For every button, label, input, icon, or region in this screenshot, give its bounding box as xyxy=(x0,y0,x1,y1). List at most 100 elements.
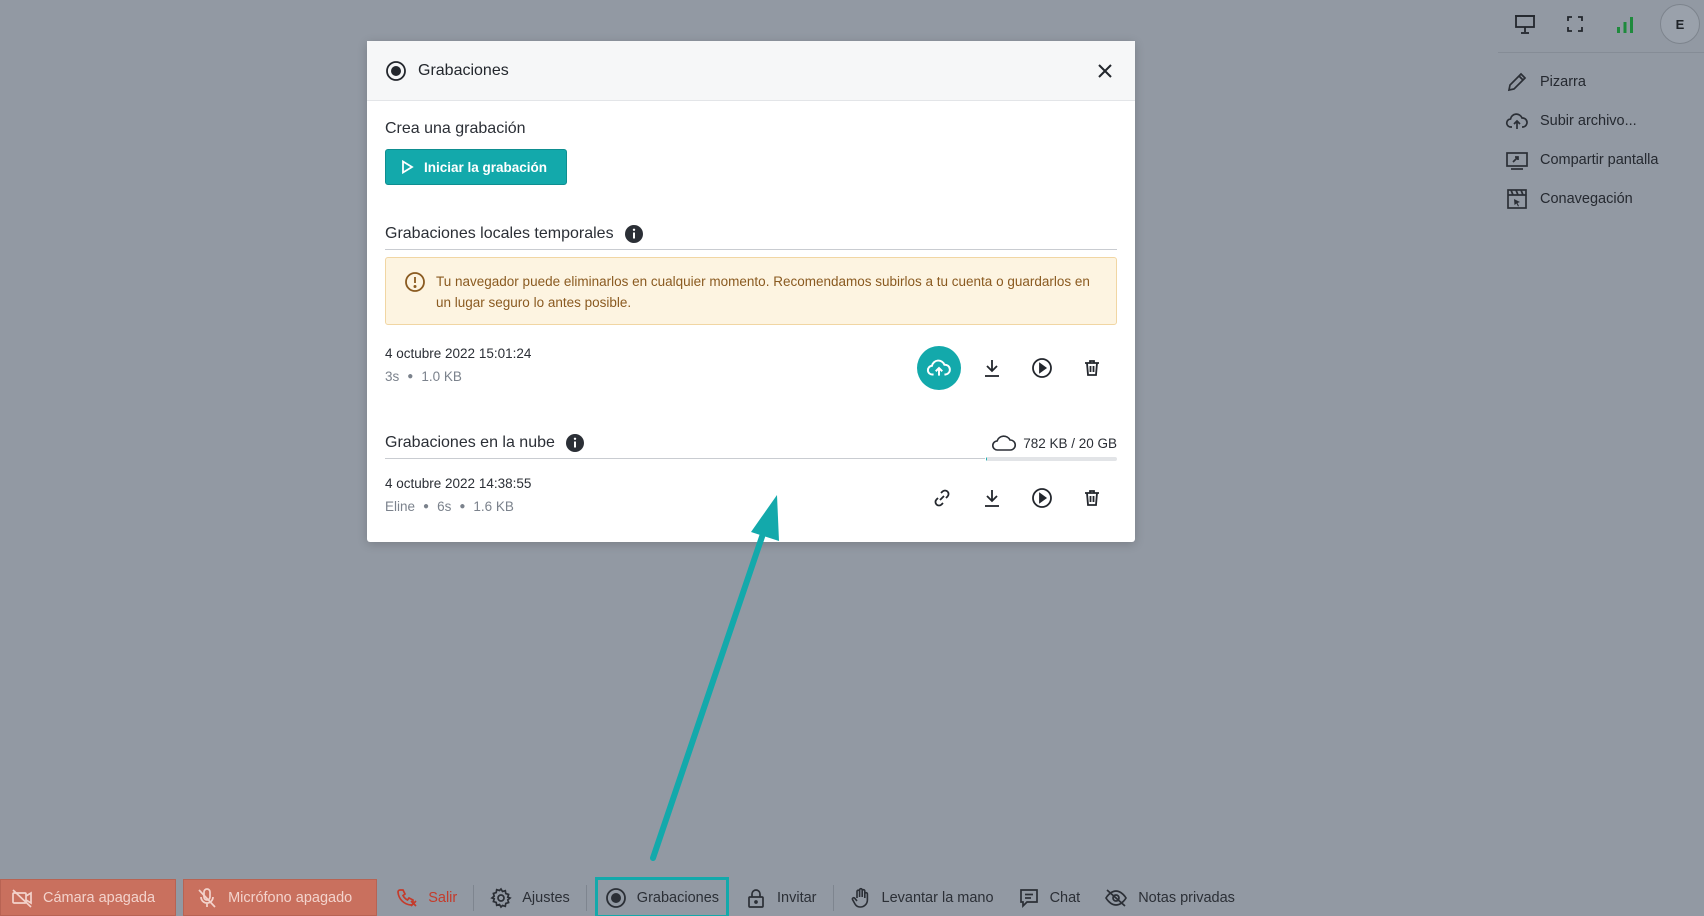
presentation-icon[interactable] xyxy=(1500,0,1550,48)
signal-icon[interactable] xyxy=(1600,0,1650,48)
invite-button[interactable]: Invitar xyxy=(733,879,829,916)
gear-icon xyxy=(490,887,512,908)
top-toolbar: E xyxy=(1500,0,1704,48)
dialog-title: Grabaciones xyxy=(418,61,509,79)
recordings-label: Grabaciones xyxy=(636,889,720,906)
cloud-recordings-title: Grabaciones en la nube xyxy=(385,433,585,453)
camera-off-icon xyxy=(12,888,32,908)
chat-icon xyxy=(1019,888,1038,908)
private-notes-label: Notas privadas xyxy=(1138,889,1235,906)
side-menu: Pizarra Subir archivo... Compartir panta… xyxy=(1505,62,1658,218)
exit-button[interactable]: Salir xyxy=(384,879,469,916)
side-item-upload[interactable]: Subir archivo... xyxy=(1505,101,1658,140)
pencil-icon xyxy=(1507,72,1527,91)
hand-icon xyxy=(851,887,868,908)
close-icon[interactable] xyxy=(1093,59,1117,83)
play-circle-icon xyxy=(1032,358,1052,378)
recording-duration: 6s xyxy=(437,499,452,514)
play-icon xyxy=(402,160,414,174)
delete-button[interactable] xyxy=(1067,346,1117,390)
warning-icon xyxy=(405,272,425,292)
cloud-quota: 782 KB / 20 GB xyxy=(991,433,1117,453)
avatar[interactable]: E xyxy=(1660,4,1700,44)
separator-dot: ● xyxy=(459,501,466,512)
trash-icon xyxy=(1085,360,1099,376)
fullscreen-icon[interactable] xyxy=(1550,0,1600,48)
raise-hand-button[interactable]: Levantar la mano xyxy=(838,879,1006,916)
screen-share-icon xyxy=(1506,151,1528,170)
copy-link-button[interactable] xyxy=(917,476,967,520)
dialog-header: Grabaciones xyxy=(367,41,1135,101)
exit-label: Salir xyxy=(428,889,458,906)
link-icon xyxy=(934,489,950,507)
recording-size: 1.0 KB xyxy=(421,369,462,384)
chat-button[interactable]: Chat xyxy=(1006,879,1093,916)
cloud-upload-icon xyxy=(926,359,951,376)
microphone-label: Micrófono apagado xyxy=(228,889,353,906)
hangup-icon xyxy=(397,888,417,907)
start-recording-button[interactable]: Iniciar la grabación xyxy=(385,149,567,185)
recordings-dialog: Grabaciones Crea una grabación Iniciar l… xyxy=(367,41,1135,542)
side-item-label: Conavegación xyxy=(1540,190,1633,207)
upload-recording-button[interactable] xyxy=(917,346,961,390)
recording-actions xyxy=(917,346,1117,390)
download-icon xyxy=(985,360,999,377)
eye-off-icon xyxy=(1105,888,1128,907)
lock-icon xyxy=(748,888,764,908)
chat-label: Chat xyxy=(1049,889,1081,906)
settings-label: Ajustes xyxy=(522,889,570,906)
private-notes-button[interactable]: Notas privadas xyxy=(1092,879,1247,916)
cloud-upload-icon xyxy=(1505,112,1528,129)
camera-label: Cámara apagada xyxy=(43,889,156,906)
cobrowse-icon xyxy=(1507,188,1527,209)
record-icon xyxy=(386,60,406,81)
cloud-recording-row: 4 octubre 2022 14:38:55 Eline ● 6s ● 1.6… xyxy=(385,476,1117,514)
side-item-label: Subir archivo... xyxy=(1540,112,1637,129)
side-item-whiteboard[interactable]: Pizarra xyxy=(1505,62,1658,101)
side-item-label: Compartir pantalla xyxy=(1540,151,1659,168)
record-icon xyxy=(605,887,626,908)
delete-button[interactable] xyxy=(1067,476,1117,520)
settings-button[interactable]: Ajustes xyxy=(478,879,582,916)
raise-hand-label: Levantar la mano xyxy=(881,889,994,906)
separator-dot: ● xyxy=(423,501,430,512)
recordings-button[interactable]: Grabaciones xyxy=(594,877,730,916)
quota-fill xyxy=(986,457,988,461)
side-item-cobrowse[interactable]: Conavegación xyxy=(1505,179,1658,218)
microphone-toggle-button[interactable]: Micrófono apagado xyxy=(183,879,378,916)
create-recording-label: Crea una grabación xyxy=(385,120,526,137)
play-circle-icon xyxy=(1032,488,1052,508)
section-title-text: Grabaciones en la nube xyxy=(385,434,555,451)
toolbar-separator xyxy=(832,884,834,911)
info-icon[interactable] xyxy=(624,224,644,244)
side-item-share-screen[interactable]: Compartir pantalla xyxy=(1505,140,1658,179)
local-recording-row: 4 octubre 2022 15:01:24 3s ● 1.0 KB xyxy=(385,346,1117,390)
side-item-label: Pizarra xyxy=(1540,73,1586,90)
bottom-toolbar: Cámara apagada Micrófono apagado Salir A… xyxy=(0,877,1247,916)
section-title-text: Grabaciones locales temporales xyxy=(385,225,614,242)
local-recordings-title: Grabaciones locales temporales xyxy=(385,224,644,244)
divider xyxy=(1498,52,1704,53)
quota-bar xyxy=(986,457,1117,461)
start-recording-label: Iniciar la grabación xyxy=(424,159,548,175)
recording-owner: Eline xyxy=(385,499,416,514)
warning-box: Tu navegador puede eliminarlos en cualqu… xyxy=(385,257,1117,325)
toolbar-separator xyxy=(585,884,587,911)
microphone-off-icon xyxy=(198,887,216,908)
play-button[interactable] xyxy=(1017,346,1067,390)
separator-dot: ● xyxy=(407,371,414,382)
trash-icon xyxy=(1085,490,1099,506)
download-button[interactable] xyxy=(967,346,1017,390)
info-icon[interactable] xyxy=(565,433,585,453)
recording-duration: 3s xyxy=(385,369,400,384)
download-button[interactable] xyxy=(967,476,1017,520)
invite-label: Invitar xyxy=(777,889,817,906)
recording-actions xyxy=(917,476,1117,520)
warning-text: Tu navegador puede eliminarlos en cualqu… xyxy=(436,274,1090,310)
cloud-icon xyxy=(992,435,1017,451)
play-button[interactable] xyxy=(1017,476,1067,520)
camera-toggle-button[interactable]: Cámara apagada xyxy=(0,879,177,916)
toolbar-separator xyxy=(473,884,475,911)
quota-text: 782 KB / 20 GB xyxy=(1023,435,1117,451)
section-divider xyxy=(385,458,985,459)
